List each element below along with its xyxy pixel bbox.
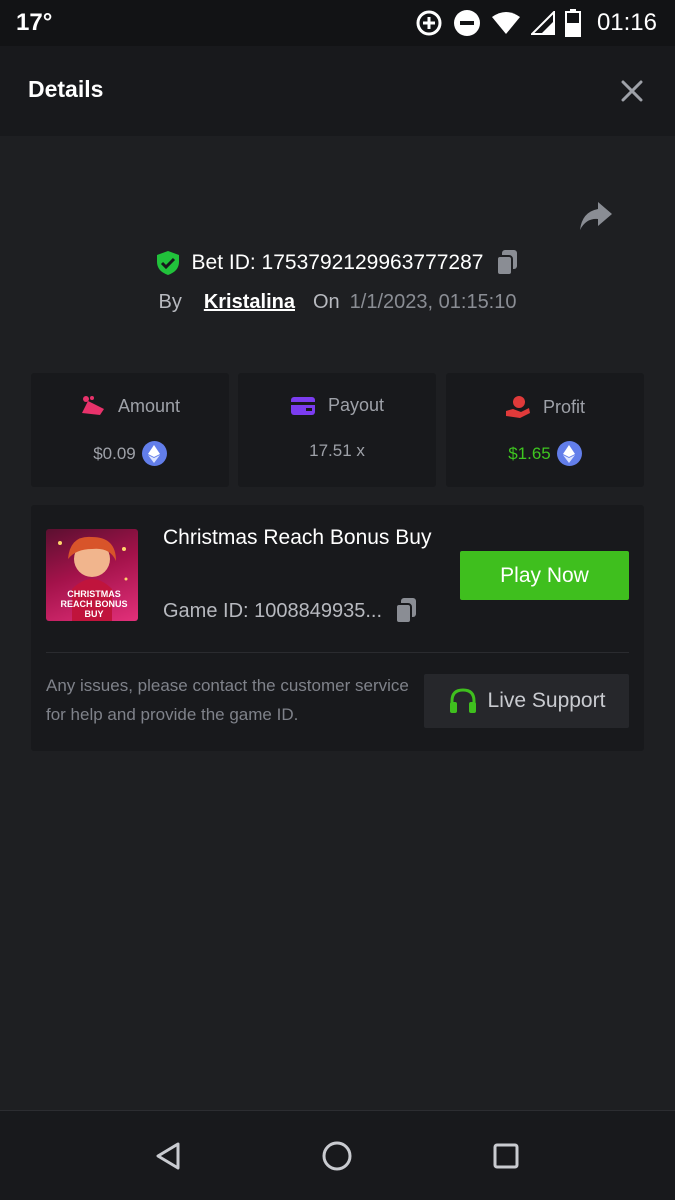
clock: 01:16 (596, 9, 657, 36)
status-icons: 01:16 (415, 8, 657, 38)
bet-id: Bet ID: 1753792129963777287 (191, 251, 484, 274)
headset-icon (449, 688, 476, 713)
profit-card: Profit $1.65 (446, 373, 644, 487)
game-title: Christmas Reach Bonus Buy (163, 526, 432, 549)
details-header: Details (0, 46, 675, 136)
temperature: 17° (16, 9, 53, 36)
amount-icon (81, 396, 104, 415)
share-button[interactable] (578, 200, 614, 232)
recents-button[interactable] (489, 1139, 523, 1173)
page-title: Details (28, 76, 104, 102)
game-id: Game ID: 1008849935... (163, 599, 383, 622)
eth-icon (556, 441, 582, 466)
eth-icon (141, 441, 167, 466)
thumbnail-title: CHRISTMAS REACH BONUS BUY (60, 589, 128, 619)
payout-value: 17.51 x (309, 441, 365, 460)
copy-icon (395, 598, 417, 624)
game-thumbnail[interactable]: CHRISTMAS REACH BONUS BUY (46, 529, 138, 621)
bet-id-row: Bet ID: 1753792129963777287 (0, 245, 675, 281)
home-button[interactable] (320, 1139, 354, 1173)
by-label: By (158, 290, 182, 313)
verified-shield-icon (156, 251, 179, 275)
home-circle-icon (322, 1141, 352, 1171)
username-link[interactable]: Kristalina (204, 291, 295, 314)
on-label: On (312, 290, 340, 313)
copy-icon (496, 250, 518, 276)
amount-value: $0.09 (93, 443, 136, 463)
cell-signal-icon (530, 11, 555, 35)
amount-card: Amount $0.09 (31, 373, 229, 487)
wifi-icon (491, 10, 521, 36)
payout-card: Payout 17.51 x (238, 373, 436, 487)
payout-label: Payout (327, 395, 385, 415)
copy-bet-id-button[interactable] (495, 249, 519, 277)
support-info-text: Any issues, please contact the customer … (46, 676, 409, 724)
recents-square-icon (493, 1143, 519, 1169)
card-icon (290, 396, 315, 415)
system-nav-bar (0, 1110, 675, 1200)
back-triangle-icon (156, 1142, 180, 1170)
live-support-button[interactable]: Live Support (424, 674, 629, 728)
close-icon (621, 80, 643, 102)
profit-label: Profit (542, 396, 585, 417)
copy-game-id-button[interactable] (394, 597, 418, 625)
bet-date: 1/1/2023, 01:15:10 (349, 290, 517, 313)
profit-hand-icon (505, 396, 530, 418)
close-button[interactable] (619, 78, 645, 104)
back-button[interactable] (152, 1139, 186, 1173)
game-card: CHRISTMAS REACH BONUS BUY Christmas Reac… (31, 505, 644, 751)
bet-meta-row: By Kristalina On 1/1/2023, 01:15:10 (0, 287, 675, 317)
battery-icon (564, 9, 581, 37)
status-bar: 17° 01:16 (0, 0, 675, 46)
share-icon (580, 202, 612, 230)
live-support-label: Live Support (487, 689, 606, 712)
amount-label: Amount (117, 395, 181, 416)
profit-value: $1.65 (508, 443, 551, 463)
divider (46, 652, 629, 653)
data-saver-icon (415, 9, 443, 37)
do-not-disturb-icon (453, 9, 481, 37)
play-now-button[interactable]: Play Now (460, 551, 629, 600)
